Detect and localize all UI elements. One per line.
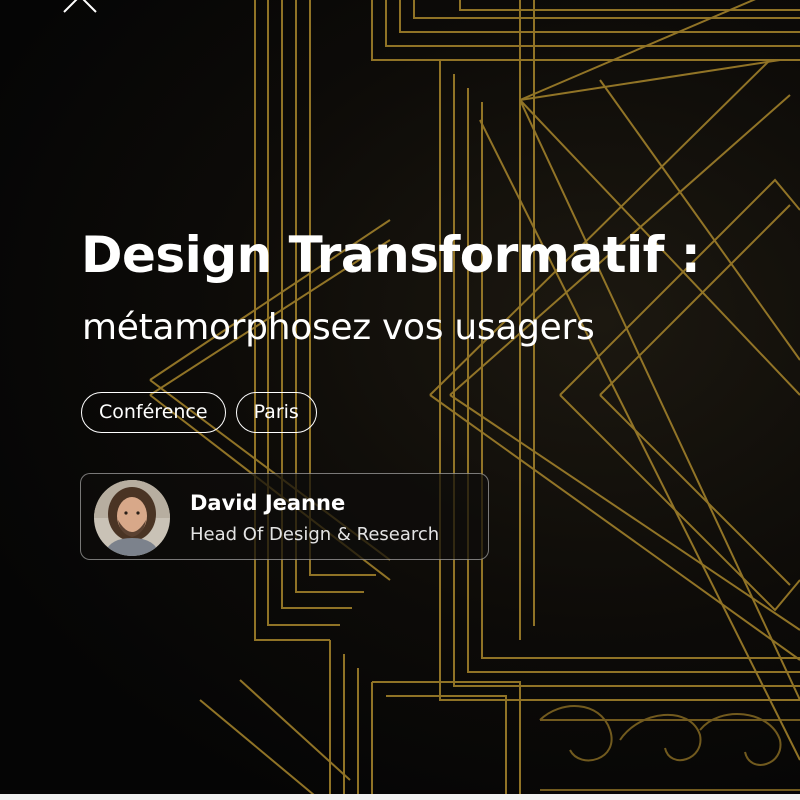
event-poster: Design Transformatif : métamorphosez vos… <box>0 0 800 800</box>
speaker-card: David Jeanne Head Of Design & Research <box>80 473 489 560</box>
tag-conference: Conférence <box>81 392 226 433</box>
speaker-name: David Jeanne <box>190 491 346 515</box>
bottom-divider <box>0 794 800 800</box>
speaker-role: Head Of Design & Research <box>190 524 440 545</box>
chevron-up-icon <box>63 0 97 13</box>
avatar <box>94 480 170 556</box>
tag-location: Paris <box>235 392 317 433</box>
event-subtitle: métamorphosez vos usagers <box>82 307 595 348</box>
event-title: Design Transformatif : <box>81 226 701 284</box>
tag-list: Conférence Paris <box>81 392 317 433</box>
